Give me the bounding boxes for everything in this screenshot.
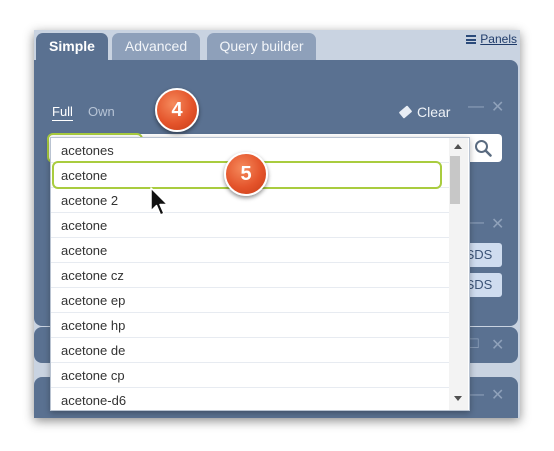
search-icon[interactable] (474, 139, 492, 157)
clear-label: Clear (417, 104, 451, 120)
suggestion-item[interactable]: acetone (51, 213, 449, 238)
tab-advanced[interactable]: Advanced (112, 33, 200, 60)
suggestion-item[interactable]: acetone cz (51, 263, 449, 288)
close-icon[interactable]: ✕ (491, 385, 504, 405)
scroll-thumb[interactable] (450, 156, 460, 204)
scroll-down-icon[interactable] (454, 396, 462, 401)
close-icon[interactable]: ✕ (491, 214, 504, 234)
minimize-icon[interactable]: — (468, 386, 484, 404)
tab-query-builder[interactable]: Query builder (207, 33, 316, 60)
suggestion-item[interactable]: acetone de (51, 338, 449, 363)
suggestion-item[interactable]: acetone-d6 (51, 388, 449, 410)
clear-button[interactable]: Clear (398, 104, 451, 120)
dropdown-scrollbar[interactable] (449, 138, 468, 410)
suggestion-item[interactable]: acetone ep (51, 288, 449, 313)
suggestion-item[interactable]: acetone (51, 238, 449, 263)
panels-link[interactable]: Panels (466, 32, 517, 46)
minimize-icon[interactable]: — (468, 98, 484, 116)
tab-simple[interactable]: Simple (36, 33, 108, 60)
minimize-icon[interactable]: — (468, 214, 484, 232)
suggestion-item[interactable]: acetone hp (51, 313, 449, 338)
mouse-cursor-icon (150, 187, 169, 216)
eraser-icon (398, 105, 413, 119)
menu-icon (466, 34, 477, 44)
step-badge-4: 4 (155, 88, 199, 132)
suggestion-item[interactable]: acetone cp (51, 363, 449, 388)
close-icon[interactable]: ✕ (491, 335, 504, 355)
scroll-up-icon[interactable] (454, 144, 462, 149)
mode-own[interactable]: Own (88, 105, 115, 119)
close-icon[interactable]: ✕ (491, 97, 504, 117)
step-badge-5: 5 (224, 152, 268, 196)
panels-link-label: Panels (480, 32, 517, 46)
mode-full[interactable]: Full (52, 105, 73, 121)
